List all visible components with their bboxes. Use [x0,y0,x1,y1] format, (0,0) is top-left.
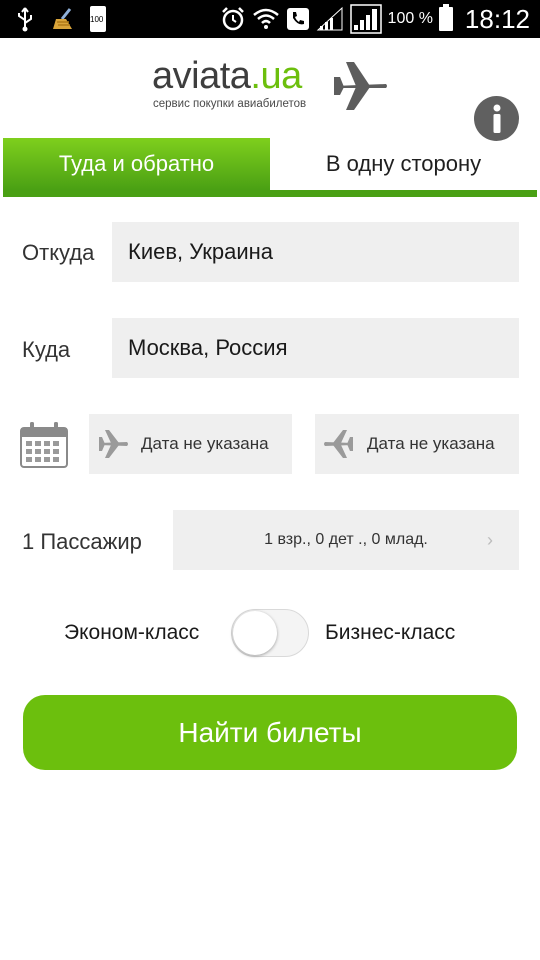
cleaner-icon [53,8,72,29]
departure-date-text: Дата не указана [141,434,269,453]
departure-date-field[interactable]: Дата не указана [89,414,292,474]
business-class-label: Бизнес-класс [325,621,456,644]
usb-icon [18,7,32,32]
battery-percent: 100 % [387,10,433,27]
wifi-icon [252,8,279,29]
economy-class-label: Эконом-класс [64,621,200,644]
departure-plane-icon [99,430,128,458]
info-button[interactable] [474,96,519,141]
return-plane-icon [324,430,353,458]
tab-round-trip[interactable]: Туда и обратно [3,138,270,190]
plane-logo-icon [334,62,387,110]
info-icon [493,104,500,133]
logo-subtitle: сервис покупки авиабилетов [153,98,307,110]
tab-one-way[interactable]: В одну сторону [270,138,537,190]
from-label: Откуда [22,240,95,265]
phone-icon [286,8,309,30]
to-label: Куда [22,337,71,362]
signal-icon [349,4,382,34]
signal-icon [316,6,343,31]
passengers-value: 1 взр., 0 дет ., 0 млад. [264,531,428,548]
search-tickets-button[interactable]: Найти билеты [23,695,517,770]
logo: aviata.ua сервис покупки авиабилетов [152,56,392,116]
return-date-text: Дата не указана [367,434,495,453]
clock: 18:12 [464,3,530,34]
chevron-right-icon: › [487,530,493,550]
logo-wordmark: aviata.ua [152,56,302,96]
passengers-field[interactable]: 1 взр., 0 дет ., 0 млад. › [173,510,519,570]
passengers-label: 1 Пассажир [22,529,142,554]
tab-underline [3,190,537,197]
alarm-icon [221,7,244,31]
toggle-knob [233,611,277,655]
to-field[interactable]: Москва, Россия [112,318,519,378]
status-bar: 100 100 % 18:12 [0,0,540,38]
logo-tld: .ua [250,55,302,97]
battery-small-icon: 100 [90,6,106,32]
trip-type-tabs: Туда и обратно В одну сторону [3,138,537,199]
class-toggle[interactable] [231,609,309,657]
from-field[interactable]: Киев, Украина [112,222,519,282]
battery-small-label: 100 [90,15,104,24]
logo-main: aviata [152,55,251,97]
battery-icon [438,4,453,31]
app-header: aviata.ua сервис покупки авиабилетов [0,38,540,141]
calendar-icon [20,422,68,468]
return-date-field[interactable]: Дата не указана [315,414,519,474]
